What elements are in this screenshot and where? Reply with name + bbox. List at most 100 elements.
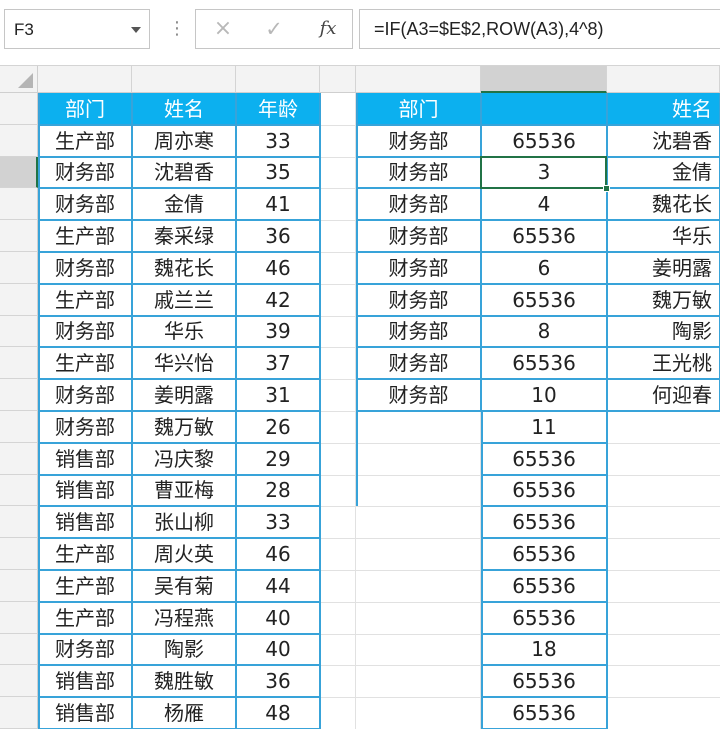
row-header[interactable]: [0, 220, 38, 252]
cell-c16[interactable]: 44: [236, 570, 320, 602]
column-header-a[interactable]: [38, 66, 132, 93]
insert-function-icon[interactable]: fx: [314, 17, 342, 41]
cell-e13[interactable]: [356, 475, 481, 506]
cell-b10[interactable]: 姜明露: [132, 379, 236, 411]
cell-g7[interactable]: 魏万敏: [607, 284, 720, 316]
cell-c3[interactable]: 35: [236, 157, 320, 188]
cell-b17[interactable]: 冯程燕: [132, 602, 236, 634]
column-header-f[interactable]: [481, 66, 607, 93]
cell-a3[interactable]: 财务部: [38, 157, 132, 188]
cell-b14[interactable]: 张山柳: [132, 506, 236, 538]
cell-f8[interactable]: 8: [481, 316, 607, 347]
cell-a7[interactable]: 生产部: [38, 284, 132, 316]
row-header[interactable]: [0, 125, 38, 157]
cell-e18[interactable]: [356, 634, 481, 665]
cell-e5[interactable]: 财务部: [356, 220, 481, 252]
cell-g19[interactable]: [607, 665, 720, 697]
cell-a6[interactable]: 财务部: [38, 252, 132, 284]
cell-e15[interactable]: [356, 538, 481, 570]
cell-a16[interactable]: 生产部: [38, 570, 132, 602]
cell-c10[interactable]: 31: [236, 379, 320, 411]
cell-a19[interactable]: 销售部: [38, 665, 132, 697]
cell-f16[interactable]: 65536: [481, 570, 607, 602]
chevron-down-icon[interactable]: [131, 27, 141, 33]
cell-g11[interactable]: [607, 411, 720, 443]
cell-f1[interactable]: [481, 93, 607, 125]
column-header-d[interactable]: [320, 66, 356, 93]
cell-g10[interactable]: 何迎春: [607, 379, 720, 411]
cell-c13[interactable]: 28: [236, 475, 320, 506]
cell-b18[interactable]: 陶影: [132, 634, 236, 665]
cell-f18[interactable]: 18: [481, 634, 607, 665]
column-header-c[interactable]: [236, 66, 320, 93]
row-header[interactable]: [0, 284, 38, 316]
cell-b7[interactable]: 戚兰兰: [132, 284, 236, 316]
cell-e10[interactable]: 财务部: [356, 379, 481, 411]
cell-e11[interactable]: [356, 411, 481, 443]
cell-a11[interactable]: 财务部: [38, 411, 132, 443]
cell-b5[interactable]: 秦采绿: [132, 220, 236, 252]
cell-g6[interactable]: 姜明露: [607, 252, 720, 284]
cell-g16[interactable]: [607, 570, 720, 602]
cell-f6[interactable]: 6: [481, 252, 607, 284]
cell-e19[interactable]: [356, 665, 481, 697]
cell-c6[interactable]: 46: [236, 252, 320, 284]
row-header[interactable]: [0, 475, 38, 506]
row-header[interactable]: [0, 93, 38, 125]
row-header[interactable]: [0, 570, 38, 602]
cell-e1[interactable]: 部门: [356, 93, 481, 125]
cell-b2[interactable]: 周亦寒: [132, 125, 236, 157]
cell-e14[interactable]: [356, 506, 481, 538]
cell-b12[interactable]: 冯庆黎: [132, 443, 236, 475]
formula-input[interactable]: =IF(A3=$E$2,ROW(A3),4^8): [359, 9, 720, 49]
cell-a20[interactable]: 销售部: [38, 697, 132, 729]
cell-f2[interactable]: 65536: [481, 125, 607, 157]
column-header-g[interactable]: [607, 66, 720, 93]
cell-c17[interactable]: 40: [236, 602, 320, 634]
cell-b8[interactable]: 华乐: [132, 316, 236, 347]
more-options-icon[interactable]: ⋮: [168, 19, 186, 39]
row-header[interactable]: [0, 157, 38, 188]
cell-g12[interactable]: [607, 443, 720, 475]
cell-f12[interactable]: 65536: [481, 443, 607, 475]
spreadsheet-grid[interactable]: 部门 姓名 年龄 部门 姓名 生产部 周亦寒 33 财务部 65536 沈碧香 财务部 沈碧香 35 财务部…: [0, 66, 720, 729]
cell-e9[interactable]: 财务部: [356, 347, 481, 379]
cell-e8[interactable]: 财务部: [356, 316, 481, 347]
cell-c14[interactable]: 33: [236, 506, 320, 538]
cell-g3[interactable]: 金倩: [607, 157, 720, 188]
cell-b3[interactable]: 沈碧香: [132, 157, 236, 188]
cell-c12[interactable]: 29: [236, 443, 320, 475]
cell-b16[interactable]: 吴有菊: [132, 570, 236, 602]
cell-e7[interactable]: 财务部: [356, 284, 481, 316]
cell-c15[interactable]: 46: [236, 538, 320, 570]
cell-f13[interactable]: 65536: [481, 475, 607, 506]
cell-e4[interactable]: 财务部: [356, 188, 481, 220]
fill-handle[interactable]: [603, 185, 610, 192]
cell-e12[interactable]: [356, 443, 481, 475]
cell-g20[interactable]: [607, 697, 720, 729]
cell-b11[interactable]: 魏万敏: [132, 411, 236, 443]
cell-e6[interactable]: 财务部: [356, 252, 481, 284]
cell-f20[interactable]: 65536: [481, 697, 607, 729]
cell-f11[interactable]: 11: [481, 411, 607, 443]
row-header[interactable]: [0, 316, 38, 347]
name-box[interactable]: F3: [4, 9, 150, 49]
cell-b19[interactable]: 魏胜敏: [132, 665, 236, 697]
cell-g15[interactable]: [607, 538, 720, 570]
cell-g4[interactable]: 魏花长: [607, 188, 720, 220]
cell-e20[interactable]: [356, 697, 481, 729]
cell-e16[interactable]: [356, 570, 481, 602]
cell-a12[interactable]: 销售部: [38, 443, 132, 475]
cell-b20[interactable]: 杨雁: [132, 697, 236, 729]
cell-f17[interactable]: 65536: [481, 602, 607, 634]
cell-b13[interactable]: 曹亚梅: [132, 475, 236, 506]
cell-f5[interactable]: 65536: [481, 220, 607, 252]
cell-g5[interactable]: 华乐: [607, 220, 720, 252]
cell-a9[interactable]: 生产部: [38, 347, 132, 379]
cell-c20[interactable]: 48: [236, 697, 320, 729]
cell-e2[interactable]: 财务部: [356, 125, 481, 157]
cell-g14[interactable]: [607, 506, 720, 538]
column-header-b[interactable]: [132, 66, 236, 93]
row-header[interactable]: [0, 538, 38, 570]
select-all-corner[interactable]: [0, 66, 38, 93]
